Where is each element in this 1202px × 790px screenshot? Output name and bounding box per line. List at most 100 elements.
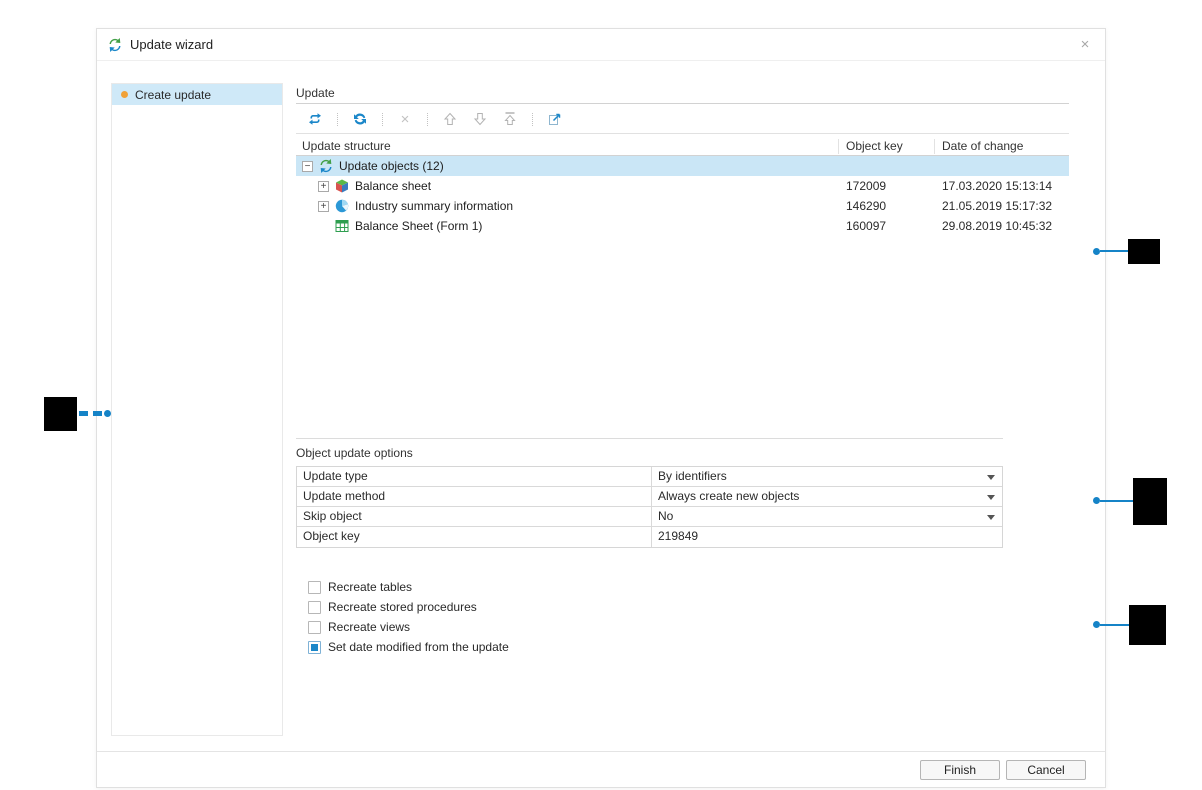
tree-row-label: Industry summary information [355,199,513,213]
footer-separator [97,751,1105,752]
tree-row-date: 21.05.2019 15:17:32 [942,196,1052,216]
arrow-down-icon [472,111,488,127]
pie-chart-icon [334,198,350,214]
option-row-update-type: Update type By identifiers [297,467,1002,487]
update-section-title: Update [296,85,1069,104]
redaction-box-2 [44,397,77,431]
expand-toggle-icon[interactable]: + [318,201,329,212]
callout-dashed-line [79,411,103,416]
delete-button[interactable]: × [393,108,417,130]
arrow-up-icon [442,111,458,127]
column-separator [838,139,839,154]
callout-dot [1093,497,1100,504]
tree-row-balance-sheet-form1[interactable]: Balance Sheet (Form 1) 160097 29.08.2019… [296,216,1069,236]
open-in-editor-icon [547,111,563,127]
update-wizard-icon [107,37,123,53]
checkbox-row-recreate-views[interactable]: Recreate views [296,617,856,637]
table-header: Update structure Object key Date of chan… [296,138,1069,156]
chevron-down-icon[interactable] [987,515,995,520]
combobox-value: By identifiers [658,469,727,483]
callout-dot [1093,621,1100,628]
toolbar-separator [337,113,338,126]
checkbox-label: Recreate views [328,620,410,634]
option-row-update-method: Update method Always create new objects [297,487,1002,507]
open-in-editor-button[interactable] [543,108,567,130]
update-structure-tree: − Update objects (12) + [296,156,1069,236]
finish-button[interactable]: Finish [920,760,1000,780]
cancel-button[interactable]: Cancel [1006,760,1086,780]
active-step-dot-icon [121,91,128,98]
checkbox-label: Recreate stored procedures [328,600,477,614]
callout-dot [104,410,111,417]
redaction-box-4 [1129,605,1166,645]
combobox-value: No [658,509,673,523]
update-method-combobox[interactable]: Always create new objects [652,487,1002,506]
update-type-combobox[interactable]: By identifiers [652,467,1002,486]
swap-button[interactable] [303,108,327,130]
option-label: Object key [297,527,652,547]
move-down-button[interactable] [468,108,492,130]
toolbar-separator [532,113,533,126]
column-header-update-structure[interactable]: Update structure [302,138,391,155]
delete-icon: × [401,112,410,127]
object-key-field[interactable]: 219849 [652,527,1002,547]
object-update-options-grid: Update type By identifiers Update method… [296,466,1003,548]
move-up-button[interactable] [438,108,462,130]
tree-row-balance-sheet[interactable]: + Balance sheet 172009 17.03.2020 15:13:… [296,176,1069,196]
move-to-top-button[interactable] [498,108,522,130]
tree-row-label: Balance sheet [355,179,431,193]
sidebar-item-create-update[interactable]: Create update [112,84,282,105]
checkbox-label: Recreate tables [328,580,412,594]
skip-object-combobox[interactable]: No [652,507,1002,526]
field-value: 219849 [658,529,698,543]
set-date-modified-checkbox[interactable] [308,641,321,654]
checkbox-row-set-date-modified[interactable]: Set date modified from the update [296,637,856,657]
callout-line [1100,500,1133,502]
cube-icon [334,178,350,194]
refresh-button[interactable] [348,108,372,130]
combobox-value: Always create new objects [658,489,799,503]
toolbar-separator [427,113,428,126]
tree-row-object-key: 146290 [846,196,886,216]
close-button[interactable]: × [1075,36,1095,53]
tree-row-date: 17.03.2020 15:13:14 [942,176,1052,196]
wizard-steps-sidebar: Create update [111,83,283,736]
titlebar: Update wizard × [97,29,1105,61]
sidebar-item-label: Create update [135,88,211,102]
column-header-date-of-change[interactable]: Date of change [942,138,1023,155]
swap-icon [307,111,323,127]
chevron-down-icon[interactable] [987,495,995,500]
table-icon [334,218,350,234]
recreate-stored-procedures-checkbox[interactable] [308,601,321,614]
callout-line [1100,624,1129,626]
update-wizard-dialog: Update wizard × Create update Update [96,28,1106,788]
screenshot-page: Update wizard × Create update Update [0,0,1202,790]
expand-toggle-icon[interactable]: + [318,181,329,192]
column-header-object-key[interactable]: Object key [846,138,903,155]
tree-row-label: Balance Sheet (Form 1) [355,219,482,233]
option-row-object-key: Object key 219849 [297,527,1002,547]
collapse-toggle-icon[interactable]: − [302,161,313,172]
update-objects-icon [318,158,334,174]
option-row-skip-object: Skip object No [297,507,1002,527]
option-label: Update method [297,487,652,506]
recreate-views-checkbox[interactable] [308,621,321,634]
checkbox-label: Set date modified from the update [328,640,509,654]
option-label: Update type [297,467,652,486]
column-separator [934,139,935,154]
recreate-tables-checkbox[interactable] [308,581,321,594]
chevron-down-icon[interactable] [987,475,995,480]
arrow-to-top-icon [502,111,518,127]
options-separator [296,438,1003,439]
tree-toolbar: × [296,105,1069,134]
window-title: Update wizard [130,37,213,52]
options-section-title: Object update options [296,446,413,462]
tree-row-object-key: 160097 [846,216,886,236]
recreate-options-group: Recreate tables Recreate stored procedur… [296,577,856,657]
tree-row-industry-summary[interactable]: + Industry summary information 146290 21… [296,196,1069,216]
checkbox-row-recreate-tables[interactable]: Recreate tables [296,577,856,597]
refresh-icon [352,111,368,127]
tree-row-date: 29.08.2019 10:45:32 [942,216,1052,236]
tree-row-update-objects[interactable]: − Update objects (12) [296,156,1069,176]
checkbox-row-recreate-stored-procedures[interactable]: Recreate stored procedures [296,597,856,617]
